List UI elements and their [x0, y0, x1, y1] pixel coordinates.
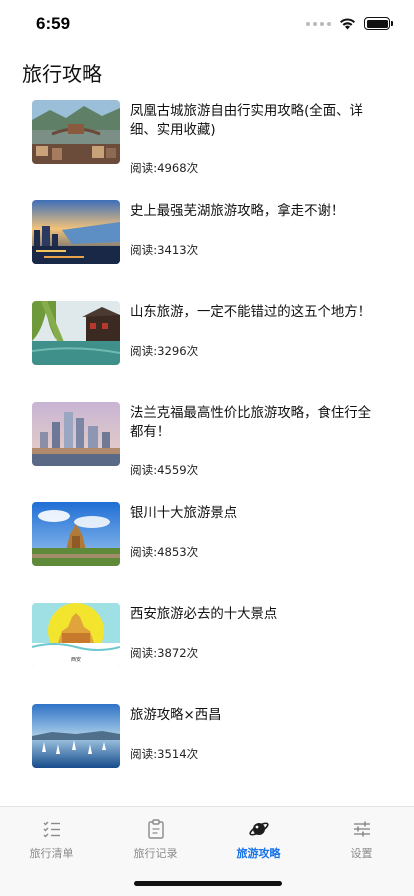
article-read-count: 阅读:3872次	[130, 646, 199, 660]
status-indicators	[306, 17, 393, 30]
tab-travel-records[interactable]: 旅行记录	[104, 807, 207, 867]
list-item[interactable]: 旅游攻略×西昌 阅读:3514次	[0, 700, 414, 800]
tab-label: 设置	[350, 847, 373, 860]
clipboard-icon	[147, 819, 164, 839]
list-item[interactable]: 西安 西安旅游必去的十大景点 阅读:3872次	[0, 599, 414, 699]
article-read-count: 阅读:4853次	[130, 545, 199, 559]
checklist-icon	[43, 821, 60, 838]
article-thumbnail	[32, 100, 120, 164]
tab-label: 旅游攻略	[236, 847, 281, 860]
article-title: 旅游攻略×西昌	[130, 708, 222, 723]
signal-icon	[306, 21, 331, 26]
article-title: 山东旅游，一定不能错过的这五个地方！	[130, 305, 372, 320]
article-read-count: 阅读:3514次	[130, 747, 199, 761]
article-thumbnail	[32, 502, 120, 566]
article-title: 银川十大旅游景点	[130, 506, 238, 521]
article-title: 史上最强芜湖旅游攻略，拿走不谢！	[130, 204, 345, 219]
article-thumbnail	[32, 200, 120, 264]
article-read-count: 阅读:3296次	[130, 344, 199, 358]
article-thumbnail: 西安	[32, 603, 120, 667]
article-thumbnail	[32, 402, 120, 466]
list-item[interactable]: 山东旅游，一定不能错过的这五个地方！ 阅读:3296次	[0, 297, 414, 397]
tab-settings[interactable]: 设置	[310, 807, 413, 867]
tab-travel-checklist[interactable]: 旅行清单	[0, 807, 103, 867]
wifi-icon	[340, 18, 355, 30]
tab-label: 旅行清单	[29, 847, 74, 860]
tab-label: 旅行记录	[133, 847, 178, 860]
article-title: 西安旅游必去的十大景点	[130, 607, 278, 622]
article-thumbnail	[32, 704, 120, 768]
list-item[interactable]: 银川十大旅游景点 阅读:4853次	[0, 498, 414, 598]
sliders-icon	[353, 821, 370, 837]
article-read-count: 阅读:4968次	[130, 161, 199, 175]
home-indicator	[134, 881, 282, 886]
status-bar: 6:59	[0, 0, 414, 48]
article-thumbnail	[32, 301, 120, 365]
article-read-count: 阅读:4559次	[130, 463, 199, 477]
article-title: 凤凰古城旅游自由行实用攻略(全面、详细、实用收藏)	[130, 104, 363, 138]
tab-travel-guides[interactable]: 旅游攻略	[207, 807, 310, 867]
battery-icon	[364, 17, 393, 30]
planet-icon	[248, 822, 269, 836]
xian-image-text: 西安	[71, 656, 81, 663]
page-title: 旅行攻略	[22, 62, 102, 86]
list-item[interactable]: 凤凰古城旅游自由行实用攻略(全面、详细、实用收藏) 阅读:4968次	[0, 96, 414, 196]
status-time: 6:59	[36, 14, 71, 33]
list-item[interactable]: 史上最强芜湖旅游攻略，拿走不谢！ 阅读:3413次	[0, 196, 414, 296]
article-read-count: 阅读:3413次	[130, 243, 199, 257]
article-title: 法兰克福最高性价比旅游攻略，食住行全都有！	[130, 406, 372, 440]
